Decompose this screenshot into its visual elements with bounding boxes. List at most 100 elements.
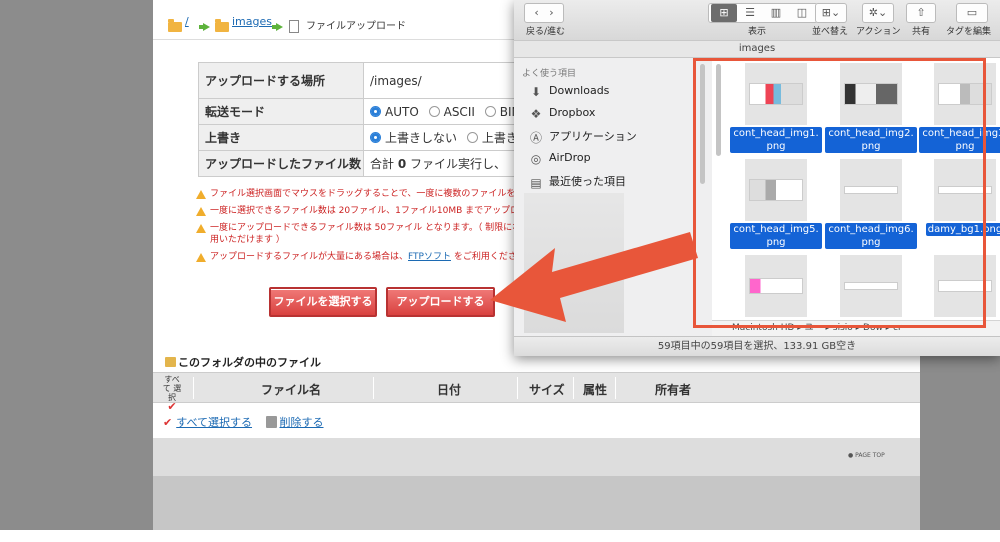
folder-lock-icon	[165, 357, 176, 367]
folder-files-title-text: このフォルダの中のファイル	[178, 356, 321, 369]
breadcrumb-root-link[interactable]: /	[185, 15, 189, 28]
arrow-right-icon	[199, 23, 210, 31]
sidebar-item-downloads[interactable]: ⬇ Downloads	[529, 84, 609, 99]
count-mid: ファイル実行し、	[410, 157, 507, 171]
note-item: 一度に選択できるファイル数は 20ファイル、1ファイル10MB までアップロー	[196, 205, 529, 217]
sidebar-item-label: アプリケーション	[549, 130, 637, 143]
sidebar-item-label: Downloads	[549, 84, 610, 97]
column-date[interactable]: 日付	[437, 381, 461, 398]
downloads-icon: ⬇	[530, 85, 542, 99]
recents-icon: ▤	[530, 176, 542, 190]
window-title: images	[514, 40, 1000, 58]
select-all-header[interactable]: すべて 選択 ✔	[161, 375, 183, 412]
bottom-strip	[0, 530, 1000, 542]
sidebar-item-airdrop[interactable]: ◎ AirDrop	[529, 151, 591, 166]
column-separator	[193, 377, 194, 399]
arrange-label: 並べ替え	[812, 27, 849, 37]
note-text: 一度にアップロードできるファイル数は 50ファイル となります。（ 制限にな 用…	[210, 223, 522, 245]
back-forward-buttons[interactable]: ‹ ›	[524, 3, 564, 23]
transfer-mode-label: 転送モード	[198, 98, 364, 125]
finder-sidebar: よく使う項目 ⬇ Downloads ❖ Dropbox Ⓐ アプリケーション ◎ Ai…	[514, 58, 712, 336]
radio-no-overwrite[interactable]	[370, 132, 381, 143]
finder-toolbar: ‹ › 戻る/進む ⊞ ☰ ▥ ◫ 表示 ⊞⌄ 並べ替え ✲⌄ アクション ⇧ 共有 …	[514, 0, 1000, 40]
checkmark-icon: ✔	[163, 416, 173, 429]
share-label: 共有	[912, 27, 931, 37]
select-all-link[interactable]: すべて選択する	[176, 416, 252, 429]
column-filename[interactable]: ファイル名	[261, 381, 321, 398]
arrow-right-icon	[272, 23, 283, 31]
radio-ascii[interactable]	[428, 105, 440, 117]
folder-files-title: このフォルダの中のファイル	[165, 354, 321, 370]
dropbox-icon: ❖	[530, 107, 542, 121]
notes-list: ファイル選択画面でマウスをドラッグすることで、一度に複数のファイルを選 一度に選…	[196, 188, 529, 268]
breadcrumb-current: ファイルアップロード	[306, 21, 406, 32]
trash-icon	[265, 416, 277, 428]
view-label: 表示	[748, 27, 767, 37]
radio-auto-label: AUTO	[385, 104, 419, 119]
upload-location-label: アップロードする場所	[198, 62, 364, 99]
sidebar-item-recents[interactable]: ▤ 最近使った項目	[529, 173, 626, 190]
radio-auto[interactable]	[370, 105, 381, 117]
overwrite-label: 上書き	[198, 124, 364, 151]
airdrop-icon: ◎	[530, 152, 542, 166]
select-all-header-label: すべて 選択	[162, 375, 182, 402]
column-separator	[373, 377, 374, 399]
sidebar-item-applications[interactable]: Ⓐ アプリケーション	[529, 128, 637, 145]
chevron-right-icon[interactable]: ›	[549, 6, 553, 19]
radio-no-overwrite-label: 上書きしない	[385, 131, 458, 145]
sidebar-item-dropbox[interactable]: ❖ Dropbox	[529, 106, 596, 121]
view-mode-buttons[interactable]: ⊞ ☰ ▥ ◫	[708, 3, 818, 23]
note-item: アップロードするファイルが大量にある場合は、FTPソフト をご利用ください	[196, 251, 526, 263]
files-table-header: すべて 選択 ✔ ファイル名 日付 サイズ 属性 所有者	[153, 372, 920, 412]
tags-button[interactable]: ▭	[956, 3, 988, 23]
favorites-heading: よく使う項目	[522, 69, 577, 79]
column-size[interactable]: サイズ	[529, 381, 565, 398]
gear-icon: ✲⌄	[868, 6, 888, 19]
upload-button[interactable]: アップロードする	[386, 287, 495, 317]
column-separator	[573, 377, 574, 399]
action-button[interactable]: ✲⌄	[862, 3, 894, 23]
note-item: 一度にアップロードできるファイル数は 50ファイル となります。（ 制限にな 用…	[196, 222, 526, 246]
arrange-icon: ⊞⌄	[821, 6, 841, 19]
list-view-icon[interactable]: ☰	[737, 4, 763, 22]
tags-label: タグを編集	[946, 27, 992, 37]
warning-icon	[196, 207, 206, 216]
radio-bin[interactable]	[484, 105, 496, 117]
note-item: ファイル選択画面でマウスをドラッグすることで、一度に複数のファイルを選	[196, 188, 526, 200]
sidebar-item-label: 最近使った項目	[549, 175, 626, 188]
footer-light-band: ● PAGE TOP	[153, 438, 920, 476]
share-icon: ⇧	[916, 6, 926, 19]
action-label: アクション	[856, 27, 901, 37]
arrange-button[interactable]: ⊞⌄	[815, 3, 847, 23]
folder-icon	[215, 19, 229, 32]
warning-icon	[196, 224, 206, 233]
applications-icon: Ⓐ	[529, 131, 542, 145]
column-separator	[517, 377, 518, 399]
ftp-software-link[interactable]: FTPソフト	[408, 252, 451, 262]
chevron-left-icon[interactable]: ‹	[534, 6, 538, 19]
radio-overwrite[interactable]	[466, 132, 478, 143]
tag-icon: ▭	[966, 6, 978, 19]
status-bar: 59項目中の59項目を選択、133.91 GB空き	[514, 336, 1000, 356]
column-view-icon[interactable]: ▥	[763, 4, 789, 22]
icon-view-icon[interactable]: ⊞	[711, 4, 737, 22]
sidebar-item-label: AirDrop	[549, 151, 591, 164]
column-attribute[interactable]: 属性	[583, 381, 607, 398]
note-text: アップロードするファイルが大量にある場合は、	[210, 252, 409, 262]
select-files-button[interactable]: ファイルを選択する	[269, 287, 377, 317]
page-top-label: PAGE TOP	[855, 452, 885, 459]
note-text: 一度に選択できるファイル数は 20ファイル、1ファイル10MB までアップロー	[210, 206, 529, 216]
gallery-view-icon[interactable]: ◫	[789, 4, 815, 22]
column-owner[interactable]: 所有者	[655, 381, 691, 398]
checkmark-icon: ✔	[167, 400, 177, 413]
sidebar-item-label: Dropbox	[549, 106, 596, 119]
breadcrumb-images-link[interactable]: images	[232, 15, 272, 28]
delete-link[interactable]: 削除する	[280, 416, 324, 429]
count-prefix: 合計	[370, 157, 395, 171]
warning-icon	[196, 253, 206, 262]
file-actions: ✔ すべて選択する 削除する	[163, 414, 334, 430]
footer-band: ● PAGE TOP	[153, 438, 920, 530]
radio-overwrite-label: 上書き	[481, 131, 518, 145]
page-top-link[interactable]: ● PAGE TOP	[848, 452, 885, 459]
share-button[interactable]: ⇧	[906, 3, 936, 23]
